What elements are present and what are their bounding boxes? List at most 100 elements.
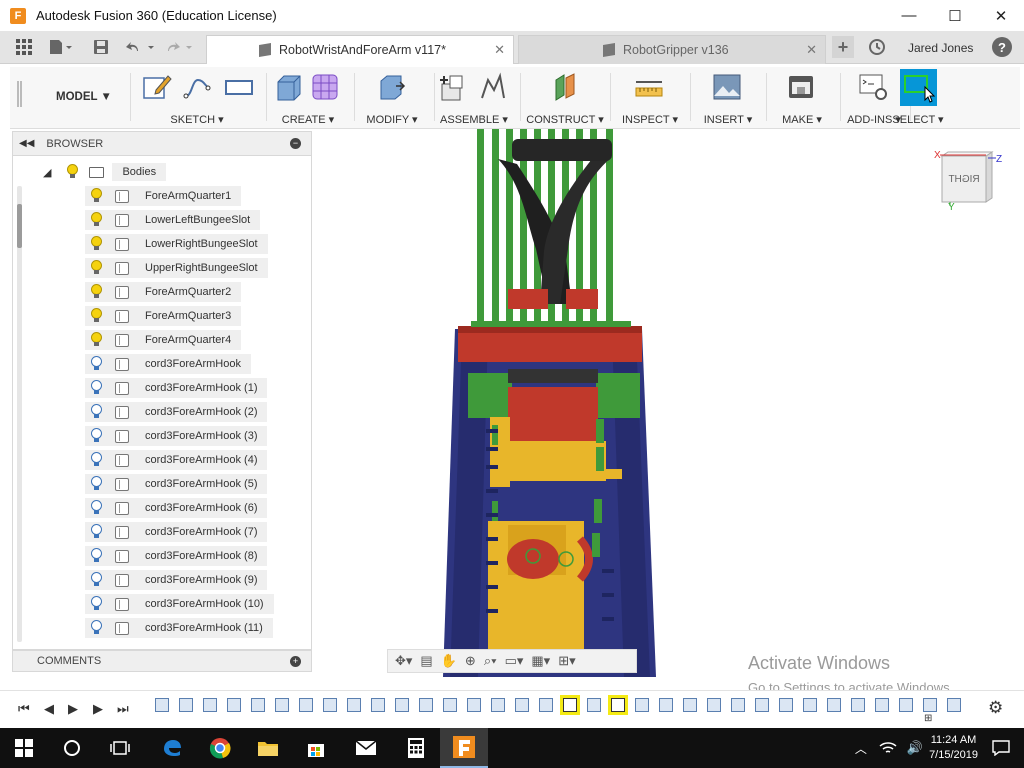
timeline-previous-icon[interactable]: ◀ bbox=[44, 701, 54, 717]
timeline-feature-icon[interactable] bbox=[632, 695, 652, 715]
construct-group[interactable]: CONSTRUCT ▾ bbox=[526, 67, 604, 129]
body-label[interactable]: cord3ForeArmHook (6) bbox=[145, 502, 267, 514]
scripts-addins-icon[interactable] bbox=[858, 72, 888, 102]
viewcube[interactable]: RIGHT X Z Y bbox=[930, 148, 1010, 212]
body-node[interactable]: cord3ForeArmHook (10) bbox=[85, 594, 274, 614]
visibility-bulb-off-icon[interactable] bbox=[89, 476, 103, 492]
body-label[interactable]: LowerLeftBungeeSlot bbox=[145, 214, 260, 226]
body-label[interactable]: cord3ForeArmHook (11) bbox=[145, 622, 273, 634]
timeline-feature-icon[interactable] bbox=[680, 695, 700, 715]
visibility-bulb-off-icon[interactable] bbox=[89, 548, 103, 564]
timeline-feature-icon[interactable] bbox=[392, 695, 412, 715]
make-menu-label[interactable]: MAKE ▾ bbox=[770, 113, 834, 126]
select-menu-label[interactable]: SELECT ▾ bbox=[886, 113, 950, 126]
microsoft-store-icon[interactable] bbox=[292, 728, 340, 768]
task-view-icon[interactable] bbox=[96, 728, 144, 768]
body-label[interactable]: cord3ForeArmHook (8) bbox=[145, 550, 267, 562]
timeline-feature-icon[interactable] bbox=[848, 695, 868, 715]
assemble-menu-label[interactable]: ASSEMBLE ▾ bbox=[438, 113, 510, 126]
calculator-icon[interactable] bbox=[392, 728, 440, 768]
body-label[interactable]: cord3ForeArmHook (5) bbox=[145, 478, 267, 490]
redo-icon[interactable] bbox=[166, 38, 196, 56]
timeline-feature-icon[interactable] bbox=[872, 695, 892, 715]
body-label[interactable]: cord3ForeArmHook (10) bbox=[145, 598, 274, 610]
timeline-feature-icon[interactable] bbox=[752, 695, 772, 715]
visibility-bulb-off-icon[interactable] bbox=[89, 596, 103, 612]
body-label[interactable]: cord3ForeArmHook (1) bbox=[145, 382, 267, 394]
body-node[interactable]: ForeArmQuarter2 bbox=[85, 282, 242, 302]
body-node[interactable]: cord3ForeArmHook (1) bbox=[85, 378, 268, 398]
body-node[interactable]: cord3ForeArmHook (2) bbox=[85, 402, 268, 422]
timeline-feature-icon[interactable] bbox=[368, 695, 388, 715]
extrude-icon[interactable] bbox=[274, 72, 304, 102]
measure-icon[interactable] bbox=[634, 72, 664, 102]
visibility-bulb-on-icon[interactable] bbox=[89, 308, 103, 324]
timeline-feature-icon[interactable] bbox=[296, 695, 316, 715]
visibility-bulb-on-icon[interactable] bbox=[89, 284, 103, 300]
timeline-feature-icon[interactable] bbox=[224, 695, 244, 715]
press-pull-icon[interactable] bbox=[376, 72, 406, 102]
clock[interactable]: 11:24 AM 7/15/2019 bbox=[929, 733, 978, 763]
visibility-bulb-on-icon[interactable] bbox=[89, 212, 103, 228]
inspect-group[interactable]: INSPECT ▾ bbox=[616, 67, 684, 129]
timeline-feature-icon[interactable] bbox=[464, 695, 484, 715]
timeline-feature-icon[interactable] bbox=[440, 695, 460, 715]
add-comment-icon[interactable]: + bbox=[290, 656, 301, 667]
timeline-next-icon[interactable]: ▶ bbox=[93, 701, 103, 717]
body-label[interactable]: LowerRightBungeeSlot bbox=[145, 238, 268, 250]
body-node[interactable]: cord3ForeArmHook bbox=[85, 354, 251, 374]
orbit-icon[interactable]: ✥▾ bbox=[392, 651, 415, 671]
rectangle-icon[interactable] bbox=[224, 72, 254, 102]
bodies-folder-node[interactable]: ◢ Bodies bbox=[43, 162, 167, 182]
body-label[interactable]: ForeArmQuarter3 bbox=[145, 310, 241, 322]
3d-viewport-canvas[interactable] bbox=[312, 129, 1024, 677]
fit-icon[interactable]: ⌕▾ bbox=[481, 651, 500, 671]
insert-menu-label[interactable]: INSERT ▾ bbox=[694, 113, 762, 126]
create-sketch-icon[interactable] bbox=[142, 72, 172, 102]
body-node[interactable]: cord3ForeArmHook (8) bbox=[85, 546, 268, 566]
visibility-bulb-off-icon[interactable] bbox=[89, 500, 103, 516]
joint-icon[interactable] bbox=[478, 72, 508, 102]
timeline-feature-icon[interactable] bbox=[920, 695, 940, 715]
timeline-first-icon[interactable]: ⏮ bbox=[18, 701, 30, 717]
edge-browser-icon[interactable] bbox=[148, 728, 196, 768]
create-menu-label[interactable]: CREATE ▾ bbox=[272, 113, 344, 126]
timeline-feature-icon[interactable] bbox=[152, 695, 172, 715]
body-label[interactable]: cord3ForeArmHook (2) bbox=[145, 406, 267, 418]
display-settings-icon[interactable]: ▭▾ bbox=[502, 651, 527, 671]
browser-scrollbar-track[interactable] bbox=[17, 186, 22, 642]
pan-hand-icon[interactable]: ✋ bbox=[438, 651, 460, 671]
fusion-360-taskbar-icon[interactable] bbox=[440, 728, 488, 768]
visibility-bulb-off-icon[interactable] bbox=[89, 524, 103, 540]
body-node[interactable]: ForeArmQuarter1 bbox=[85, 186, 242, 206]
show-hidden-icons-chevron-icon[interactable]: ︿ bbox=[855, 740, 867, 757]
tab-robot-gripper[interactable]: RobotGripper v136 ✕ bbox=[518, 35, 826, 64]
help-icon[interactable]: ? bbox=[992, 37, 1012, 57]
timeline-marker-handle[interactable]: ⊞ bbox=[924, 713, 932, 724]
spline-icon[interactable] bbox=[182, 72, 212, 102]
body-node[interactable]: cord3ForeArmHook (6) bbox=[85, 498, 268, 518]
undo-icon[interactable] bbox=[126, 38, 156, 56]
body-node[interactable]: cord3ForeArmHook (7) bbox=[85, 522, 268, 542]
minimize-browser-icon[interactable]: − bbox=[290, 138, 301, 149]
timeline-feature-icon[interactable] bbox=[248, 695, 268, 715]
timeline-feature-icon[interactable] bbox=[728, 695, 748, 715]
timeline-feature-icon[interactable] bbox=[416, 695, 436, 715]
body-node[interactable]: cord3ForeArmHook (9) bbox=[85, 570, 268, 590]
timeline-feature-icon[interactable] bbox=[704, 695, 724, 715]
timeline-feature-icon[interactable] bbox=[944, 695, 964, 715]
timeline-play-icon[interactable]: ▶ bbox=[68, 701, 78, 717]
modify-menu-label[interactable]: MODIFY ▾ bbox=[360, 113, 424, 126]
maximize-button[interactable]: ☐ bbox=[932, 0, 978, 31]
timeline-feature-icon[interactable] bbox=[512, 695, 532, 715]
body-node[interactable]: cord3ForeArmHook (11) bbox=[85, 618, 273, 638]
file-menu-icon[interactable] bbox=[48, 38, 74, 56]
offset-plane-icon[interactable] bbox=[550, 72, 580, 102]
visibility-bulb-off-icon[interactable] bbox=[89, 572, 103, 588]
comments-panel[interactable]: COMMENTS + bbox=[12, 650, 312, 672]
body-label[interactable]: ForeArmQuarter2 bbox=[145, 286, 241, 298]
timeline-feature-icon[interactable] bbox=[320, 695, 340, 715]
timeline-feature-icon[interactable] bbox=[536, 695, 556, 715]
tab-robot-wrist-and-forearm[interactable]: RobotWristAndForeArm v117* ✕ bbox=[206, 35, 514, 64]
visibility-bulb-off-icon[interactable] bbox=[89, 356, 103, 372]
